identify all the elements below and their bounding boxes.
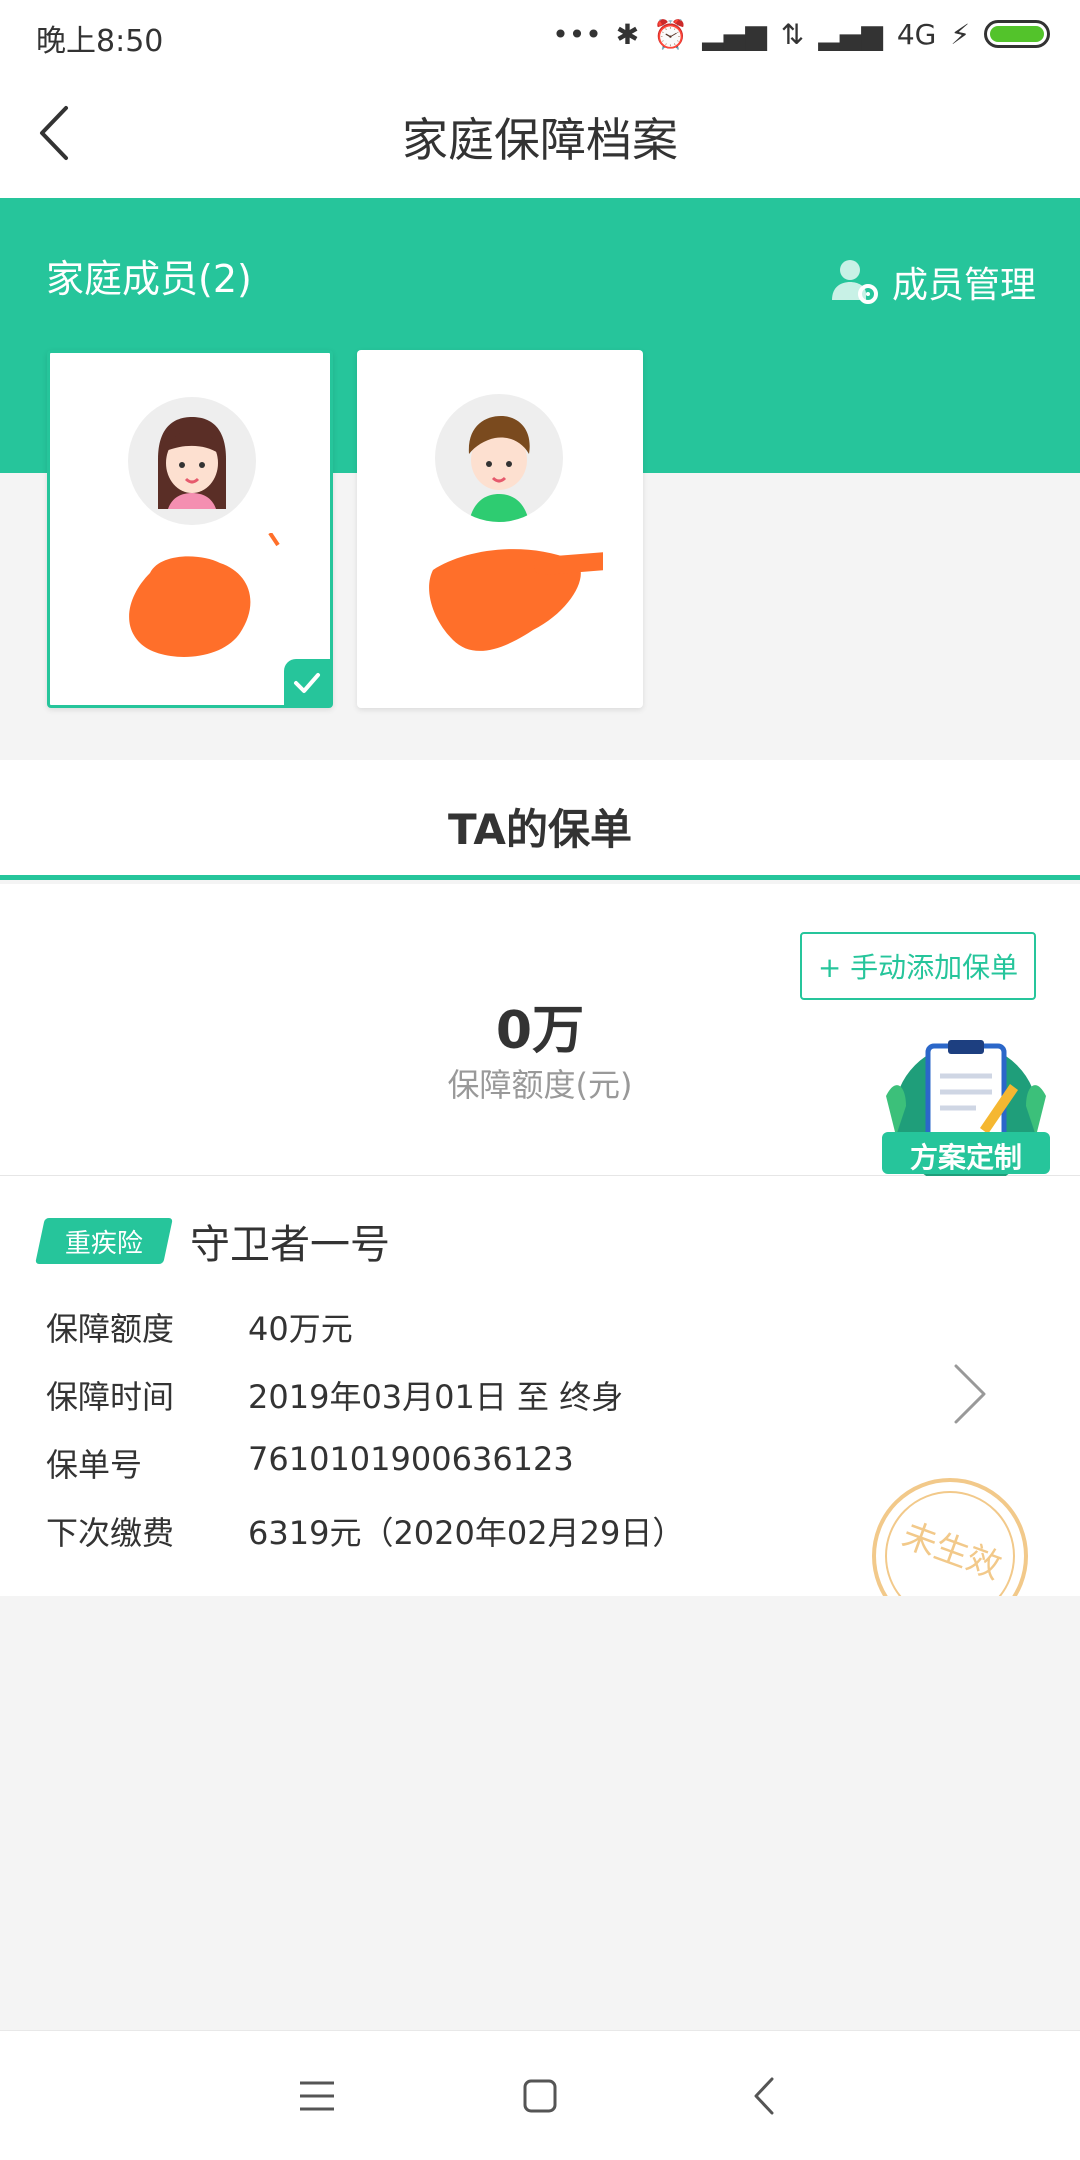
menu-icon[interactable] (290, 2069, 344, 2123)
status-icons: ••• ✱ ⏰ ▂▄▆ ⇅ ▂▄▆ 4G ⚡ (552, 14, 1050, 54)
policies-tab-label: TA的保单 (448, 805, 632, 854)
redacted-name-scribble (129, 533, 280, 657)
male-avatar (435, 394, 563, 522)
user-gear-icon (831, 260, 878, 304)
policies-tab[interactable]: TA的保单 (0, 760, 1080, 880)
charging-icon: ⚡ (950, 17, 970, 51)
policy-name: 守卫者一号 (190, 1222, 390, 1268)
system-nav-bar (0, 2030, 1080, 2160)
row-key: 保单号 (46, 1446, 143, 1484)
policy-row: 保障额度 40万元 (46, 1304, 353, 1350)
network-label: 4G (896, 17, 937, 51)
policy-row: 保单号 7610101900636123 (46, 1440, 574, 1486)
selected-check-icon (284, 659, 330, 705)
coverage-summary: + 手动添加保单 0万 保障额度(元) 方案定制 (0, 884, 1080, 1188)
member-manage-label: 成员管理 (891, 265, 1036, 306)
chevron-right-icon[interactable] (950, 1362, 990, 1426)
custom-plan-label: 方案定制 (909, 1141, 1022, 1174)
tab-underline (0, 875, 1080, 880)
row-key: 保障额度 (46, 1310, 175, 1348)
signal-icon-2: ▂▄▆ (818, 17, 883, 51)
row-value: 7610101900636123 (248, 1440, 574, 1478)
member-card-2[interactable] (357, 350, 643, 708)
bluetooth-icon: ✱ (615, 17, 640, 51)
alarm-icon: ⏰ (653, 17, 689, 51)
policy-card[interactable]: 重疾险 守卫者一号 保障额度 40万元 保障时间 2019年03月01日 至 终… (0, 1176, 1080, 1596)
family-members-title: 家庭成员(2) (46, 257, 252, 301)
redacted-name-scribble (429, 549, 603, 651)
policy-type-tag: 重疾险 (35, 1218, 173, 1264)
status-bar: 晚上8:50 ••• ✱ ⏰ ▂▄▆ ⇅ ▂▄▆ 4G ⚡ (0, 0, 1080, 68)
member-card-1[interactable] (47, 350, 333, 708)
signal-icon: ▂▄▆ (702, 17, 767, 51)
inactive-stamp-text: 未生效 (897, 1515, 1007, 1587)
battery-icon (984, 20, 1050, 48)
inactive-stamp: 未生效 (872, 1478, 1028, 1596)
row-key: 下次缴费 (46, 1514, 175, 1552)
back-icon[interactable] (740, 2069, 794, 2123)
row-value: 6319元（2020年02月29日） (248, 1514, 685, 1552)
row-value: 40万元 (248, 1310, 353, 1348)
more-dots-icon: ••• (552, 17, 602, 51)
member-manage-button[interactable]: 成员管理 (830, 256, 1036, 308)
row-key: 保障时间 (46, 1378, 175, 1416)
status-time: 晚上8:50 (36, 24, 164, 59)
row-value: 2019年03月01日 至 终身 (248, 1378, 624, 1416)
nav-bar: 家庭保障档案 (0, 68, 1080, 198)
policy-row: 下次缴费 6319元（2020年02月29日） (46, 1508, 684, 1554)
data-transfer-icon: ⇅ (780, 17, 805, 51)
policy-row: 保障时间 2019年03月01日 至 终身 (46, 1372, 623, 1418)
female-avatar (128, 397, 256, 525)
policy-type-label: 重疾险 (64, 1228, 143, 1259)
home-square-icon[interactable] (513, 2069, 567, 2123)
page-title: 家庭保障档案 (402, 113, 678, 167)
